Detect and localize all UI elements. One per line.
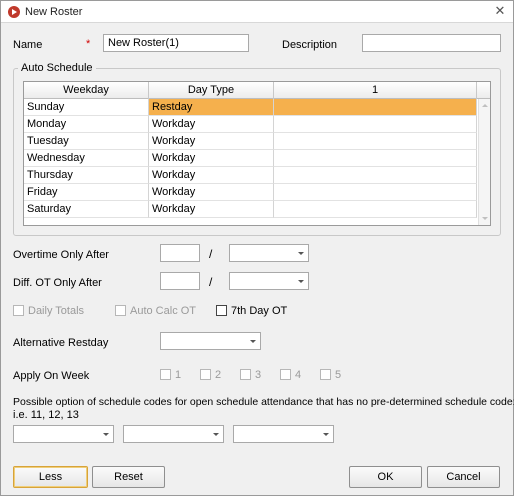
less-button[interactable]: Less xyxy=(13,466,88,488)
week-2-checkbox[interactable] xyxy=(200,369,211,380)
day-type-cell[interactable]: Workday xyxy=(149,150,274,167)
column-1-cell[interactable] xyxy=(274,201,477,218)
weekday-cell[interactable]: Friday xyxy=(24,184,149,201)
column-header-day-type[interactable]: Day Type xyxy=(149,82,274,99)
grid-scrollbar[interactable] xyxy=(478,99,490,225)
daily-totals-checkbox[interactable] xyxy=(13,305,24,316)
day-type-cell[interactable]: Workday xyxy=(149,116,274,133)
column-1-cell[interactable] xyxy=(274,133,477,150)
diff-ot-only-after-input[interactable] xyxy=(160,272,200,290)
overtime-only-after-select[interactable] xyxy=(229,244,309,262)
schedule-codes-example: i.e. 11, 12, 13 xyxy=(13,409,79,421)
overtime-only-after-label: Overtime Only After xyxy=(13,249,109,261)
column-1-cell[interactable] xyxy=(274,184,477,201)
required-marker: * xyxy=(86,38,91,50)
week-4-checkbox[interactable] xyxy=(280,369,291,380)
weekday-cell[interactable]: Thursday xyxy=(24,167,149,184)
table-row[interactable]: Thursday Workday xyxy=(24,167,477,184)
day-type-cell[interactable]: Restday xyxy=(149,99,274,116)
week-5-checkbox[interactable] xyxy=(320,369,331,380)
week-3-checkbox[interactable] xyxy=(240,369,251,380)
seventh-day-ot-checkbox[interactable] xyxy=(216,305,227,316)
reset-button[interactable]: Reset xyxy=(92,466,165,488)
day-type-cell[interactable]: Workday xyxy=(149,184,274,201)
auto-schedule-title: Auto Schedule xyxy=(18,62,96,74)
table-row[interactable]: Monday Workday xyxy=(24,116,477,133)
cancel-button[interactable]: Cancel xyxy=(427,466,500,488)
chevron-down-icon xyxy=(323,433,329,436)
description-label: Description xyxy=(282,39,338,51)
alternative-restday-label: Alternative Restday xyxy=(13,337,109,349)
table-row[interactable]: Wednesday Workday xyxy=(24,150,477,167)
schedule-grid[interactable]: Weekday Day Type 1 Sunday Restday Monday Wo… xyxy=(23,81,491,226)
weekday-cell[interactable]: Tuesday xyxy=(24,133,149,150)
overtime-separator: / xyxy=(209,247,213,261)
chevron-down-icon xyxy=(213,433,219,436)
table-row[interactable]: Sunday Restday xyxy=(24,99,477,116)
column-1-cell[interactable] xyxy=(274,167,477,184)
seventh-day-ot-label: 7th Day OT xyxy=(231,305,288,317)
schedule-code-select-3[interactable] xyxy=(233,425,334,443)
overtime-only-after-input[interactable] xyxy=(160,244,200,262)
week-4-label: 4 xyxy=(295,369,302,381)
grid-header: Weekday Day Type 1 xyxy=(24,82,490,99)
week-3-label: 3 xyxy=(255,369,262,381)
week-1-checkbox[interactable] xyxy=(160,369,171,380)
title-bar: New Roster ✕ xyxy=(1,1,513,23)
close-icon[interactable]: ✕ xyxy=(493,4,507,18)
column-1-cell[interactable] xyxy=(274,150,477,167)
schedule-codes-description: Possible option of schedule codes for op… xyxy=(13,396,514,408)
weekday-cell[interactable]: Monday xyxy=(24,116,149,133)
window-title: New Roster xyxy=(25,6,83,18)
column-1-cell[interactable] xyxy=(274,99,477,116)
new-roster-dialog: New Roster ✕ Name * New Roster(1) Descri… xyxy=(0,0,514,496)
auto-calc-ot-checkbox[interactable] xyxy=(115,305,126,316)
name-input[interactable]: New Roster(1) xyxy=(103,34,249,52)
day-type-cell[interactable]: Workday xyxy=(149,167,274,184)
chevron-down-icon xyxy=(298,252,304,255)
schedule-code-select-1[interactable] xyxy=(13,425,114,443)
weekday-cell[interactable]: Sunday xyxy=(24,99,149,116)
weekday-cell[interactable]: Wednesday xyxy=(24,150,149,167)
column-header-1[interactable]: 1 xyxy=(274,82,477,99)
diff-ot-separator: / xyxy=(209,275,213,289)
day-type-cell[interactable]: Workday xyxy=(149,201,274,218)
app-icon xyxy=(8,6,20,18)
diff-ot-only-after-select[interactable] xyxy=(229,272,309,290)
ok-button[interactable]: OK xyxy=(349,466,422,488)
column-1-cell[interactable] xyxy=(274,116,477,133)
week-2-label: 2 xyxy=(215,369,222,381)
diff-ot-only-after-label: Diff. OT Only After xyxy=(13,277,102,289)
week-5-label: 5 xyxy=(335,369,342,381)
description-input[interactable] xyxy=(362,34,501,52)
daily-totals-label: Daily Totals xyxy=(28,305,85,317)
table-row[interactable]: Saturday Workday xyxy=(24,201,477,218)
table-row[interactable]: Friday Workday xyxy=(24,184,477,201)
schedule-code-select-2[interactable] xyxy=(123,425,224,443)
auto-calc-ot-label: Auto Calc OT xyxy=(130,305,197,317)
alternative-restday-select[interactable] xyxy=(160,332,261,350)
apply-on-week-label: Apply On Week xyxy=(13,370,90,382)
chevron-down-icon xyxy=(250,340,256,343)
scroll-down-icon[interactable] xyxy=(482,217,488,220)
weekday-cell[interactable]: Saturday xyxy=(24,201,149,218)
chevron-down-icon xyxy=(103,433,109,436)
chevron-down-icon xyxy=(298,280,304,283)
week-1-label: 1 xyxy=(175,369,182,381)
column-header-weekday[interactable]: Weekday xyxy=(24,82,149,99)
name-label: Name xyxy=(13,39,43,51)
scroll-up-icon[interactable] xyxy=(482,104,488,107)
table-row[interactable]: Tuesday Workday xyxy=(24,133,477,150)
day-type-cell[interactable]: Workday xyxy=(149,133,274,150)
